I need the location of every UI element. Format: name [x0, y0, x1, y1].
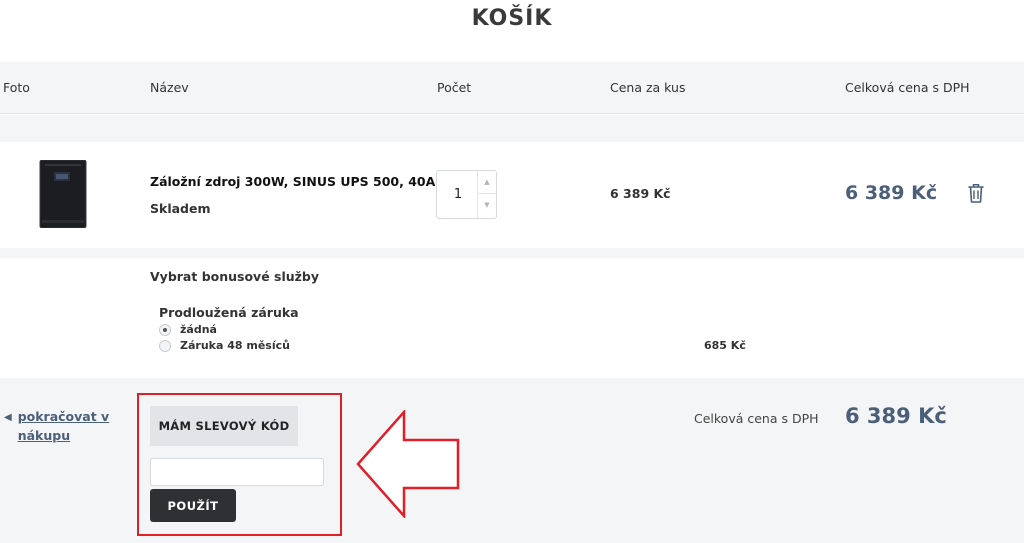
table-header: Foto Název Počet Cena za kus Celková cen…	[0, 62, 1024, 114]
unit-price: 6 389 Kč	[610, 186, 671, 201]
chevron-up-icon[interactable]: ▲	[478, 171, 496, 194]
grand-total-label: Celková cena s DPH	[694, 411, 819, 426]
column-total: Celková cena s DPH	[845, 80, 970, 95]
trash-icon[interactable]	[966, 182, 986, 204]
quantity-stepper[interactable]: 1 ▲ ▼	[436, 170, 497, 219]
warranty-title: Prodloužená záruka	[159, 305, 299, 320]
column-unit-price: Cena za kus	[610, 80, 686, 95]
radio-checked-icon[interactable]	[159, 323, 171, 336]
column-photo: Foto	[3, 80, 30, 95]
product-name[interactable]: Záložní zdroj 300W, SINUS UPS 500, 40Ah	[150, 174, 444, 189]
stock-status: Skladem	[150, 201, 211, 216]
spacer-band	[0, 115, 1024, 142]
warranty-option-48[interactable]: Záruka 48 měsíců	[159, 339, 290, 352]
product-thumbnail[interactable]	[38, 160, 88, 228]
warranty-option-price: 685 Kč	[704, 339, 746, 352]
annotation-highlight-box	[137, 393, 342, 536]
column-quantity: Počet	[437, 80, 472, 95]
warranty-option-none[interactable]: žádná	[159, 323, 217, 336]
quantity-arrows: ▲ ▼	[477, 171, 496, 218]
chevron-down-icon[interactable]: ▼	[478, 194, 496, 217]
continue-shopping-link[interactable]: ◀ pokračovat v nákupu	[4, 407, 113, 445]
item-total-price: 6 389 Kč	[845, 182, 938, 204]
spacer-band	[0, 248, 1024, 258]
warranty-option-label: Záruka 48 měsíců	[180, 339, 290, 352]
annotation-arrow-icon	[356, 410, 460, 518]
continue-shopping-label[interactable]: pokračovat v nákupu	[18, 407, 113, 445]
services-heading: Vybrat bonusové služby	[150, 269, 320, 284]
page-title: KOŠÍK	[471, 6, 553, 31]
grand-total-value: 6 389 Kč	[845, 404, 947, 428]
radio-unchecked-icon[interactable]	[159, 339, 171, 352]
quantity-input[interactable]: 1	[437, 187, 479, 202]
warranty-option-label: žádná	[180, 323, 217, 336]
arrow-left-icon: ◀	[4, 412, 12, 423]
column-name: Název	[150, 80, 189, 95]
